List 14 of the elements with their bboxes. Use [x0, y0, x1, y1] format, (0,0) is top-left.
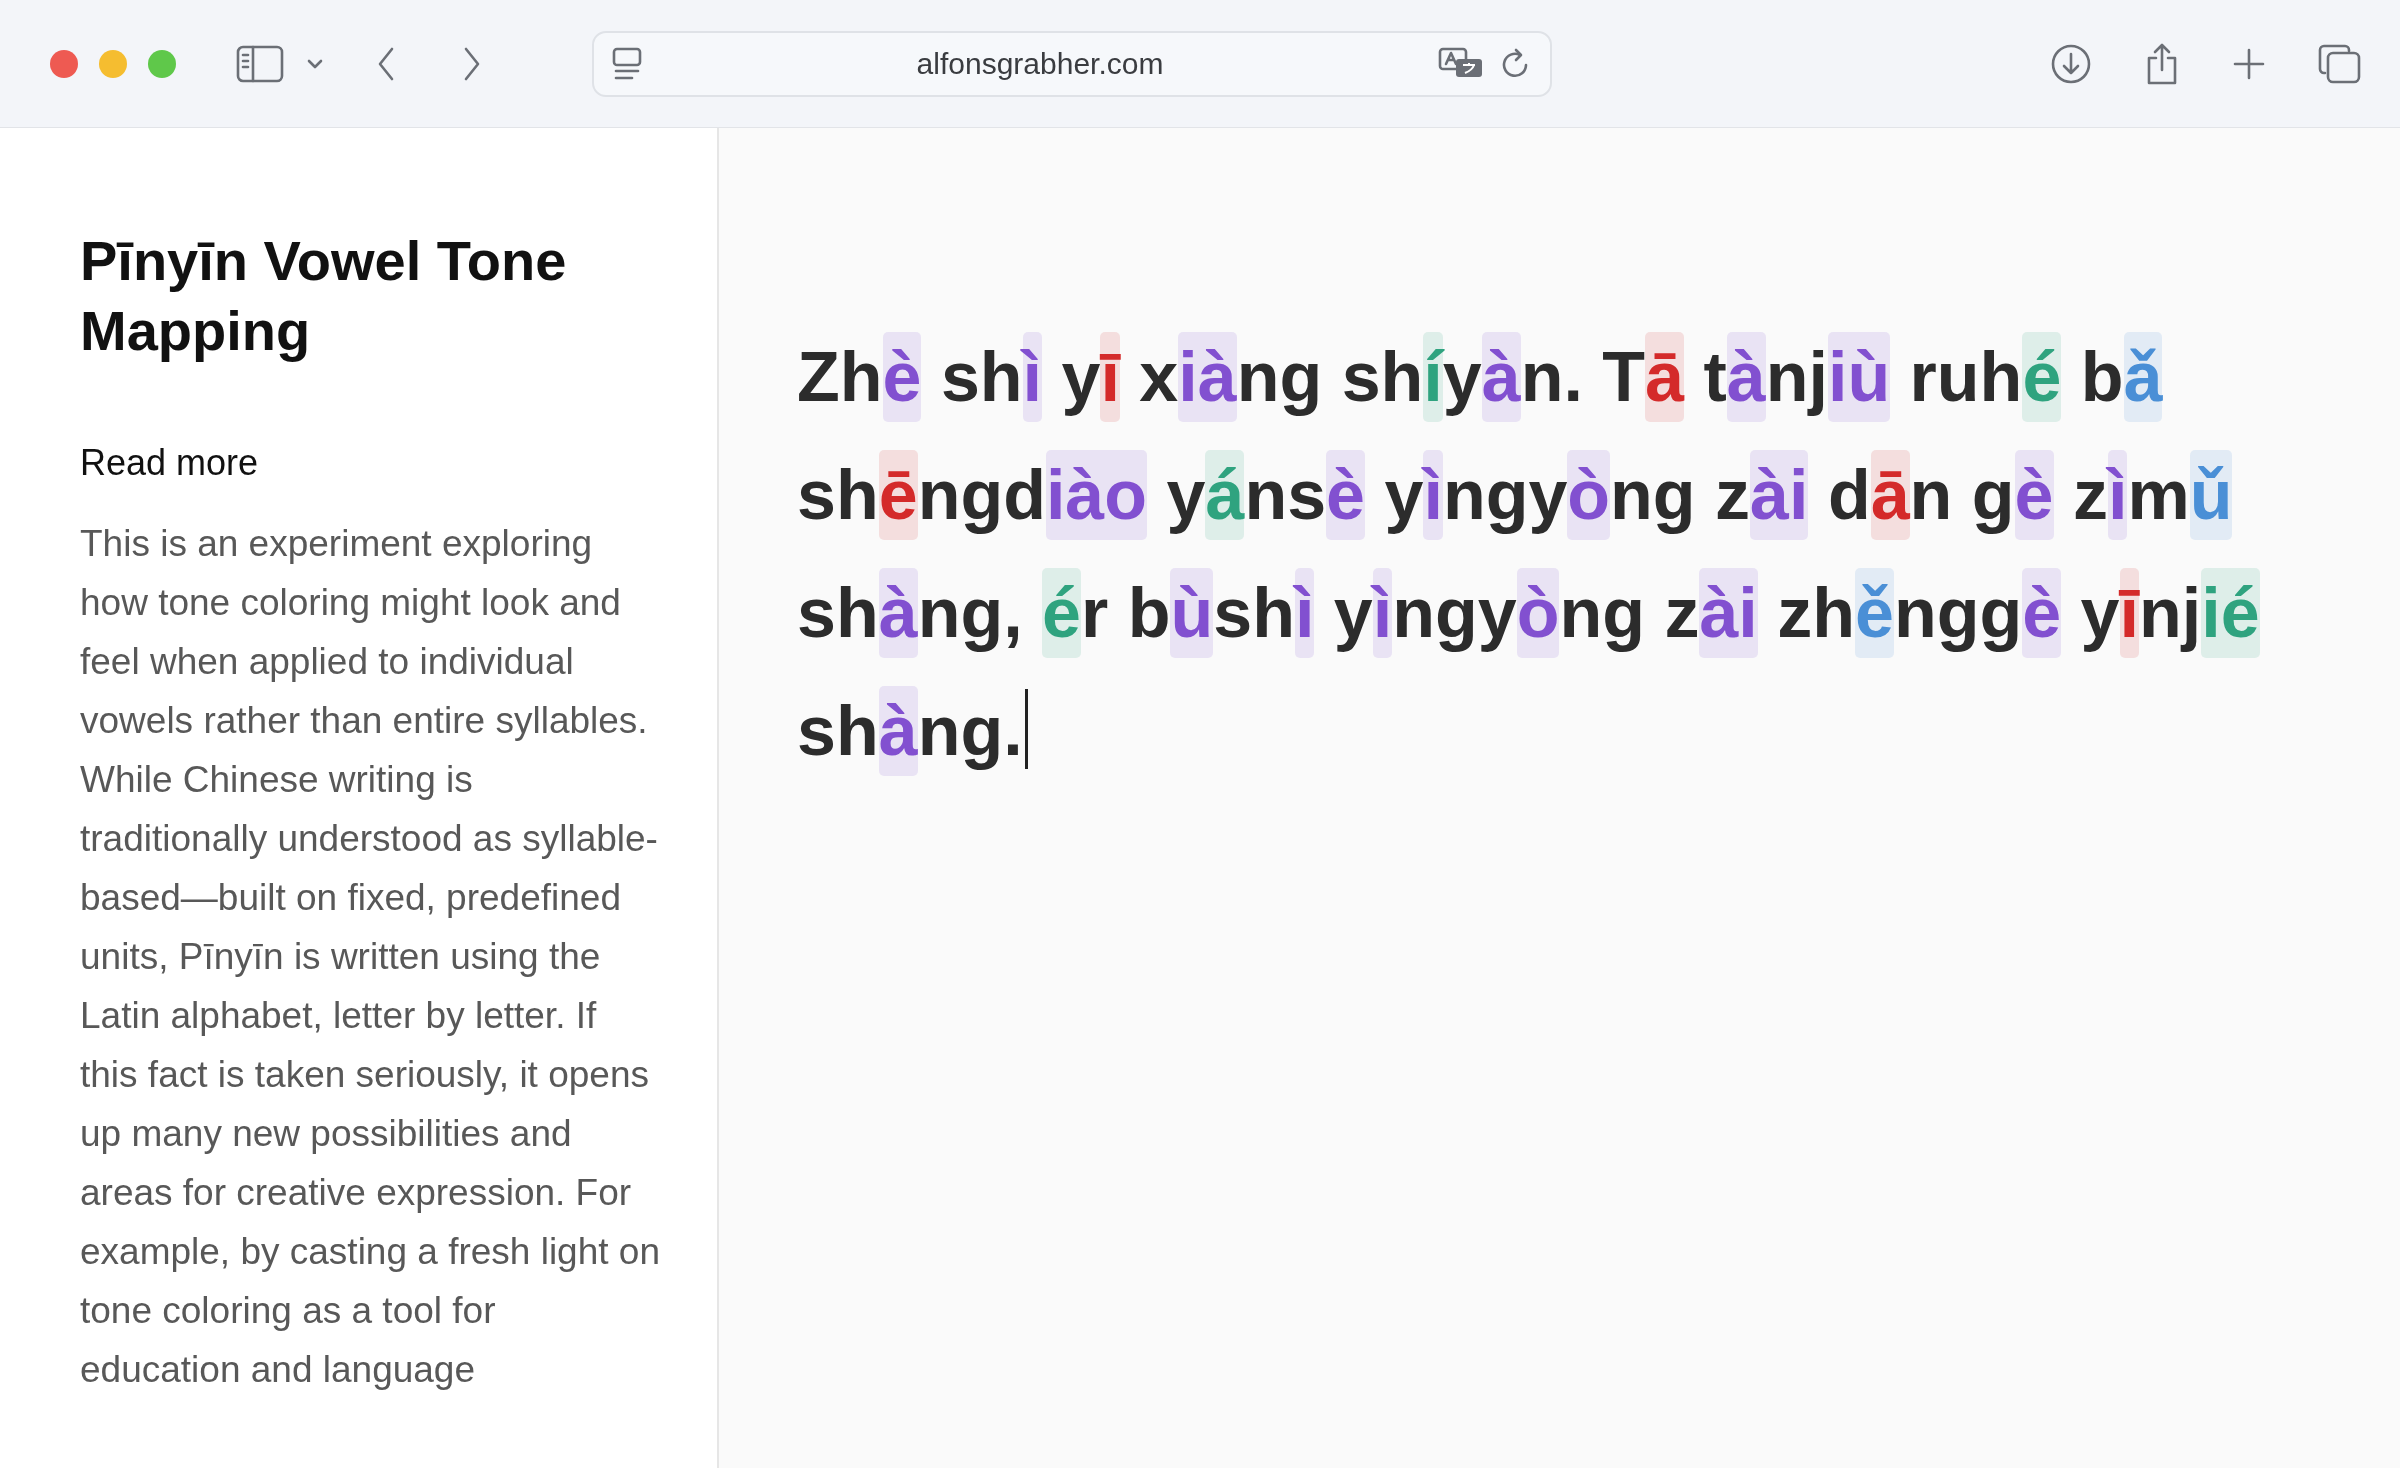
close-button[interactable]: [50, 49, 78, 78]
plus-icon[interactable]: [2232, 46, 2266, 81]
address-bar[interactable]: alfonsgrabher.com: [592, 30, 1552, 97]
page-title: Pīnyīn Vowel Tone Mapping: [80, 228, 568, 364]
forward-icon[interactable]: [462, 45, 482, 82]
chevron-down-icon[interactable]: [306, 57, 324, 70]
read-more-link[interactable]: Read more: [80, 442, 259, 484]
description-text: This is an experiment exploring how tone coloring might look and feel when applied to individual vowels rather than entire syllables. While Chinese writing is traditionally understood as syllable-based—built on fixed, predefined units, Pīnyīn is written using the Latin alphabet, letter by letter. If this fact is taken seriously, it opens up many new possibilities and areas for creative expression. For example, by casting a fresh light on tone coloring as a tool for education and language: [80, 522, 660, 1392]
page-icon[interactable]: [612, 46, 642, 81]
back-icon[interactable]: [376, 45, 396, 82]
download-icon[interactable]: [2050, 42, 2092, 85]
url-text: alfonsgrabher.com: [915, 46, 1165, 81]
tabs-icon[interactable]: [2318, 42, 2362, 85]
sidebar-icon[interactable]: [236, 44, 284, 83]
